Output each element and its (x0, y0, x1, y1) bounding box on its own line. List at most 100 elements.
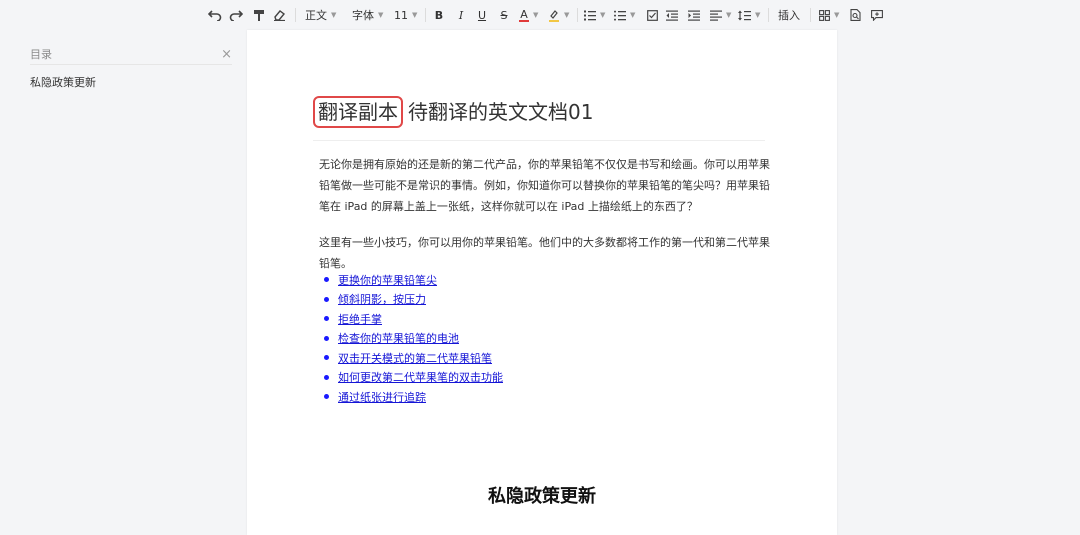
bold-button[interactable]: B (433, 6, 445, 24)
toolbar-divider (425, 8, 426, 22)
indent-increase-button[interactable] (687, 6, 701, 24)
document-page[interactable]: 翻译副本 待翻译的英文文档01 无论你是拥有原始的还是新的第二代产品，你的苹果铅… (247, 30, 837, 535)
toc-title: 目录 (30, 48, 52, 61)
toc-divider (30, 64, 232, 65)
eraser-icon (273, 10, 285, 21)
document-title[interactable]: 翻译副本 待翻译的英文文档01 (313, 96, 593, 128)
font-color-icon: A (519, 9, 529, 22)
toolbar-divider (810, 8, 811, 22)
underline-icon: U (477, 8, 487, 22)
list-item: 双击开关模式的第二代苹果铅笔 (319, 348, 503, 368)
bullet-list-icon (614, 10, 626, 21)
bullet-icon (324, 296, 329, 302)
link-list: 更换你的苹果铅笔尖 倾斜阴影，按压力 拒绝手掌 检查你的苹果铅笔的电池 双击开关… (319, 270, 503, 407)
body-paragraph[interactable]: 无论你是拥有原始的还是新的第二代产品，你的苹果铅笔不仅仅是书写和绘画。你可以用苹… (319, 154, 771, 217)
redo-button[interactable] (228, 6, 244, 24)
paragraph-style-label: 正文 (305, 9, 327, 22)
chevron-down-icon: ▼ (726, 11, 732, 19)
highlighter-icon (549, 9, 559, 22)
bullet-list-button[interactable]: ▼ (614, 6, 640, 24)
font-family-label: 字体 (352, 9, 374, 22)
outdent-icon (666, 10, 678, 21)
undo-icon (208, 10, 222, 21)
toc-sidebar: 目录 × 私隐政策更新 (0, 30, 247, 535)
chevron-down-icon: ▼ (834, 11, 840, 19)
indent-decrease-button[interactable] (665, 6, 679, 24)
highlight-color-button[interactable]: ▼ (548, 6, 574, 24)
font-size-label: 11 (394, 8, 408, 22)
font-color-swatch (519, 19, 529, 22)
list-item: 通过纸张进行追踪 (319, 387, 503, 407)
toolbar-divider (577, 8, 578, 22)
chevron-down-icon: ▼ (533, 11, 539, 19)
chevron-down-icon: ▼ (630, 11, 636, 19)
line-height-button[interactable]: ▼ (738, 6, 764, 24)
section-heading[interactable]: 私隐政策更新 (247, 482, 837, 508)
toolbar: 正文 ▼ 字体 ▼ 11 ▼ B I U S A ▼ ▼ ▼ ▼ ▼ ▼ 插入 … (0, 0, 1080, 30)
close-icon[interactable]: × (221, 48, 232, 61)
bullet-icon (324, 277, 329, 283)
align-button[interactable]: ▼ (710, 6, 736, 24)
find-replace-button[interactable] (848, 6, 862, 24)
toolbar-divider (768, 8, 769, 22)
strikethrough-icon: S (500, 8, 508, 22)
line-height-icon (738, 10, 751, 20)
title-text: 待翻译的英文文档01 (408, 100, 594, 124)
italic-icon: I (458, 8, 464, 22)
title-highlighted-prefix: 翻译副本 (313, 96, 403, 128)
list-link[interactable]: 倾斜阴影，按压力 (338, 291, 426, 307)
list-link[interactable]: 更换你的苹果铅笔尖 (338, 272, 437, 288)
underline-button[interactable]: U (476, 6, 488, 24)
ordered-list-icon (584, 10, 596, 20)
bullet-icon (324, 335, 329, 341)
bold-icon: B (434, 8, 444, 22)
bullet-icon (324, 374, 329, 380)
toolbar-divider (295, 8, 296, 22)
list-item: 如何更改第二代苹果笔的双击功能 (319, 368, 503, 388)
checkbox-icon (646, 9, 658, 21)
font-size-select[interactable]: 11 ▼ (394, 6, 420, 24)
bullet-icon (324, 394, 329, 400)
format-painter-button[interactable] (252, 6, 266, 24)
chevron-down-icon: ▼ (378, 11, 384, 19)
strikethrough-button[interactable]: S (498, 6, 510, 24)
list-link[interactable]: 双击开关模式的第二代苹果铅笔 (338, 350, 492, 366)
task-list-button[interactable] (645, 6, 659, 24)
list-item: 检查你的苹果铅笔的电池 (319, 329, 503, 349)
undo-button[interactable] (207, 6, 223, 24)
list-link[interactable]: 通过纸张进行追踪 (338, 389, 426, 405)
comment-icon (871, 9, 883, 21)
indent-icon (688, 10, 700, 21)
title-divider (313, 140, 765, 141)
insert-label: 插入 (778, 9, 800, 22)
font-color-button[interactable]: A ▼ (519, 6, 545, 24)
list-item: 拒绝手掌 (319, 309, 503, 329)
chevron-down-icon: ▼ (331, 11, 337, 19)
font-family-select[interactable]: 字体 ▼ (352, 6, 396, 24)
table-button[interactable]: ▼ (819, 6, 843, 24)
list-link[interactable]: 拒绝手掌 (338, 311, 382, 327)
paragraph-style-select[interactable]: 正文 ▼ (305, 6, 345, 24)
chevron-down-icon: ▼ (755, 11, 761, 19)
align-left-icon (710, 10, 722, 21)
chevron-down-icon: ▼ (564, 11, 570, 19)
toc-item[interactable]: 私隐政策更新 (30, 74, 96, 90)
bullet-icon (324, 355, 329, 361)
body-paragraph[interactable]: 这里有一些小技巧，你可以用你的苹果铅笔。他们中的大多数都将工作的第一代和第二代苹… (319, 232, 771, 274)
list-link[interactable]: 如何更改第二代苹果笔的双击功能 (338, 369, 503, 385)
italic-button[interactable]: I (455, 6, 467, 24)
font-color-glyph: A (520, 7, 528, 21)
list-link[interactable]: 检查你的苹果铅笔的电池 (338, 330, 459, 346)
redo-icon (229, 10, 243, 21)
find-document-icon (849, 9, 861, 21)
table-icon (819, 9, 830, 21)
ordered-list-button[interactable]: ▼ (584, 6, 610, 24)
format-painter-icon (254, 9, 264, 21)
toc-header: 目录 × (30, 44, 232, 64)
insert-menu-button[interactable]: 插入 (777, 6, 801, 24)
chevron-down-icon: ▼ (412, 11, 418, 19)
list-item: 更换你的苹果铅笔尖 (319, 270, 503, 290)
clear-format-button[interactable] (272, 6, 286, 24)
comment-button[interactable] (870, 6, 884, 24)
list-item: 倾斜阴影，按压力 (319, 290, 503, 310)
